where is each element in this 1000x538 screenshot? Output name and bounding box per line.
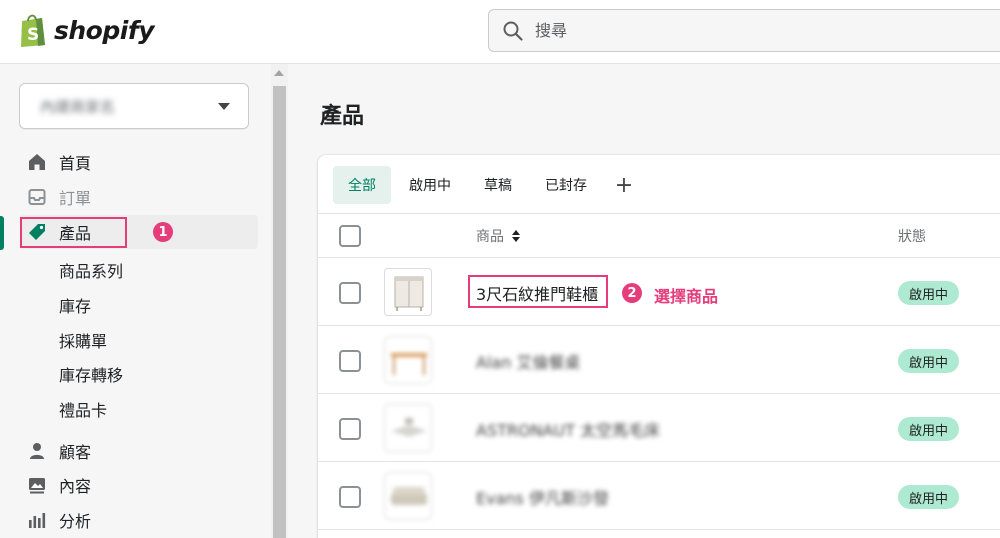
page-title: 產品 bbox=[320, 104, 365, 129]
sidebar-item-analytics[interactable]: 分析 bbox=[20, 503, 258, 537]
svg-text:S: S bbox=[27, 25, 39, 45]
table-header: 商品 狀態 bbox=[318, 214, 1000, 258]
home-icon bbox=[26, 151, 48, 173]
status-badge: 啟用中 bbox=[898, 485, 960, 509]
tab-archived[interactable]: 已封存 bbox=[530, 166, 602, 204]
row-checkbox[interactable] bbox=[339, 418, 361, 440]
sidebar-subitem-transfers[interactable]: 庫存轉移 bbox=[59, 362, 123, 386]
filter-tabs: 全部 啟用中 草稿 已封存 + bbox=[333, 166, 643, 204]
scroll-up-arrow-icon[interactable] bbox=[274, 70, 284, 76]
top-bar: S shopify bbox=[0, 0, 1000, 64]
product-thumbnail[interactable] bbox=[384, 404, 432, 452]
sidebar-item-orders[interactable]: 訂單 bbox=[20, 180, 258, 214]
sidebar-item-content[interactable]: 內容 bbox=[20, 468, 258, 502]
sidebar-subitem-collections[interactable]: 商品系列 bbox=[59, 258, 123, 282]
status-badge: 啟用中 bbox=[898, 349, 960, 373]
sidebar: 內建商家名 首頁 訂單 產品 1 商品系列 庫存 採購單 庫存轉移 禮品卡 顧客 bbox=[0, 64, 271, 538]
tab-active[interactable]: 啟用中 bbox=[394, 166, 466, 204]
column-header-status: 狀態 bbox=[898, 229, 926, 245]
step2-badge: 2 bbox=[622, 283, 642, 303]
bar-chart-icon bbox=[26, 509, 48, 531]
status-badge: 啟用中 bbox=[898, 281, 960, 305]
inbox-icon bbox=[26, 186, 48, 208]
step2-label: 選擇商品 bbox=[654, 287, 719, 306]
row-checkbox[interactable] bbox=[339, 350, 361, 372]
table-row[interactable]: Evans 伊凡斯沙發 啟用中 bbox=[318, 462, 1000, 530]
sidebar-subitem-gift-cards[interactable]: 禮品卡 bbox=[59, 397, 107, 421]
product-name[interactable]: Alan 艾倫餐桌 bbox=[476, 349, 580, 373]
sidebar-item-label: 分析 bbox=[59, 512, 92, 531]
tab-draft[interactable]: 草稿 bbox=[469, 166, 527, 204]
row-checkbox[interactable] bbox=[339, 282, 361, 304]
product-thumbnail[interactable] bbox=[384, 268, 432, 316]
product-thumbnail[interactable] bbox=[384, 336, 432, 384]
table-row[interactable]: Alan 艾倫餐桌 啟用中 bbox=[318, 326, 1000, 394]
sidebar-item-label: 顧客 bbox=[59, 443, 92, 462]
column-header-product[interactable]: 商品 bbox=[476, 226, 520, 246]
table-row[interactable]: 3尺石紋推門鞋櫃 2 選擇商品 啟用中 bbox=[318, 258, 1000, 326]
sort-icon bbox=[512, 230, 520, 242]
select-all-checkbox[interactable] bbox=[339, 225, 361, 247]
chevron-down-icon bbox=[218, 103, 230, 110]
search-icon bbox=[503, 21, 523, 41]
table-row[interactable]: ASTRONAUT 太空馬毛床 啟用中 bbox=[318, 394, 1000, 462]
store-name: 內建商家名 bbox=[40, 98, 116, 116]
tab-all[interactable]: 全部 bbox=[333, 166, 391, 204]
scrollbar-thumb[interactable] bbox=[273, 86, 286, 538]
product-name[interactable]: Evans 伊凡斯沙發 bbox=[476, 485, 609, 509]
shopify-bag-icon: S bbox=[18, 12, 48, 48]
store-selector[interactable]: 內建商家名 bbox=[19, 83, 249, 129]
product-thumbnail[interactable] bbox=[384, 472, 432, 520]
column-header-label: 商品 bbox=[476, 229, 504, 245]
sidebar-subitem-inventory[interactable]: 庫存 bbox=[59, 293, 91, 317]
sidebar-item-home[interactable]: 首頁 bbox=[20, 145, 258, 179]
products-card: 全部 啟用中 草稿 已封存 + 商品 狀態 3尺石紋推門鞋櫃 2 選擇商品 啟用… bbox=[318, 155, 1000, 538]
product-name[interactable]: ASTRONAUT 太空馬毛床 bbox=[476, 417, 660, 441]
step1-highlight bbox=[20, 217, 127, 248]
sidebar-item-label: 內容 bbox=[59, 477, 92, 496]
shopify-logo[interactable]: S shopify bbox=[18, 12, 155, 48]
search-input[interactable] bbox=[535, 21, 995, 40]
status-badge: 啟用中 bbox=[898, 417, 960, 441]
step2-highlight bbox=[468, 275, 608, 308]
main-content: 產品 全部 啟用中 草稿 已封存 + 商品 狀態 3尺石紋推門鞋櫃 2 選擇商品… bbox=[288, 64, 1000, 538]
row-checkbox[interactable] bbox=[339, 486, 361, 508]
active-indicator bbox=[0, 216, 4, 250]
sidebar-subitem-purchase-orders[interactable]: 採購單 bbox=[59, 328, 107, 352]
add-tab-button[interactable]: + bbox=[605, 166, 643, 204]
person-icon bbox=[26, 440, 48, 462]
brand-name: shopify bbox=[54, 15, 155, 45]
image-icon bbox=[26, 474, 48, 496]
sidebar-item-customers[interactable]: 顧客 bbox=[20, 434, 258, 468]
step1-badge: 1 bbox=[153, 222, 173, 242]
sidebar-item-label: 訂單 bbox=[59, 189, 92, 208]
sidebar-item-label: 首頁 bbox=[59, 154, 92, 173]
search-bar[interactable] bbox=[488, 9, 1000, 52]
